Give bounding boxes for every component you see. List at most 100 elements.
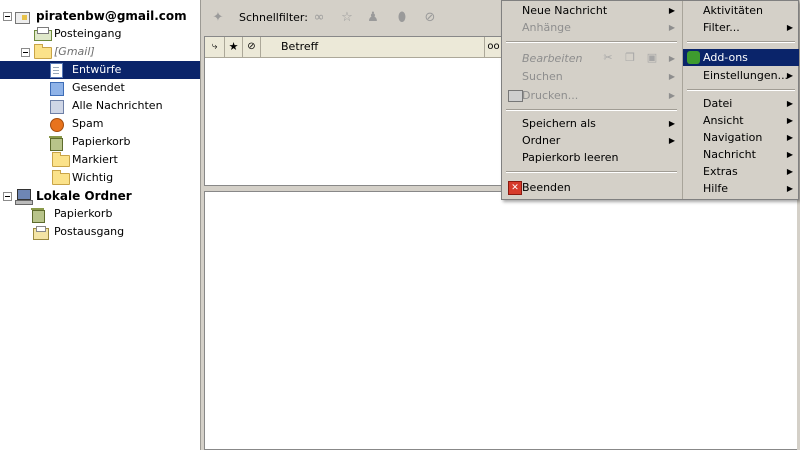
- outbox-icon: [33, 226, 49, 240]
- paste-icon[interactable]: ▣: [645, 51, 659, 65]
- menu-print[interactable]: Drucken... ▶: [502, 87, 681, 104]
- folder-important[interactable]: Wichtig: [0, 169, 200, 187]
- menu-edit[interactable]: Bearbeiten ✂ ❐ ▣ ▶: [502, 50, 681, 67]
- thread-column-icon[interactable]: ⤷: [205, 37, 225, 57]
- menu-item-label: Einstellungen...: [703, 69, 789, 82]
- folder-drafts[interactable]: Entwürfe: [0, 61, 200, 79]
- folder-label: [Gmail]: [54, 45, 95, 58]
- menu-extras[interactable]: Extras ▶: [683, 163, 799, 180]
- submenu-arrow-icon: ▶: [786, 167, 793, 176]
- inbox-icon: [34, 27, 52, 41]
- mail-account-icon: [15, 12, 30, 24]
- submenu-arrow-icon: ▶: [668, 23, 675, 32]
- cut-icon[interactable]: ✂: [601, 51, 615, 65]
- menu-empty-trash[interactable]: Papierkorb leeren: [502, 149, 681, 166]
- collapse-toggle[interactable]: [3, 12, 12, 21]
- menu-help[interactable]: Hilfe ▶: [683, 180, 799, 197]
- folder-sent[interactable]: Gesendet: [0, 79, 200, 97]
- puzzle-piece-icon: [687, 51, 700, 64]
- folder-gmail-group[interactable]: [Gmail]: [0, 43, 200, 61]
- folder-local-trash[interactable]: Papierkorb: [0, 205, 200, 223]
- local-folders-row[interactable]: Lokale Ordner: [0, 187, 200, 205]
- folder-label: Posteingang: [54, 27, 122, 40]
- account-row[interactable]: piratenbw@gmail.com: [0, 7, 200, 25]
- folder-all-mail[interactable]: Alle Nachrichten: [0, 97, 200, 115]
- folder-label: Spam: [72, 117, 104, 130]
- star-icon[interactable]: ☆: [339, 10, 355, 26]
- quick-filter-label: Schnellfilter:: [239, 11, 308, 24]
- pin-icon[interactable]: ✦: [210, 10, 226, 26]
- menu-navigation[interactable]: Navigation ▶: [683, 129, 799, 146]
- copy-icon[interactable]: ❐: [623, 51, 637, 65]
- app-menu-popup: Neue Nachricht ▶ Anhänge ▶ Bearbeiten ✂ …: [501, 0, 799, 200]
- all-mail-icon: [50, 100, 64, 114]
- contact-icon[interactable]: ♟: [365, 10, 381, 26]
- attachment-column-icon[interactable]: ⊘: [243, 37, 261, 57]
- subject-column-header[interactable]: Betreff: [261, 37, 485, 57]
- submenu-arrow-icon: ▶: [786, 133, 793, 142]
- menu-item-label: Ordner: [522, 134, 561, 147]
- menu-item-label: Suchen: [522, 70, 563, 83]
- menu-folder[interactable]: Ordner ▶: [502, 132, 681, 149]
- collapse-toggle[interactable]: [3, 192, 12, 201]
- trash-icon: [31, 208, 45, 223]
- account-label: piratenbw@gmail.com: [36, 9, 187, 23]
- menu-separator: [506, 171, 677, 173]
- menu-separator: [687, 89, 795, 91]
- menu-item-label: Papierkorb leeren: [522, 151, 619, 164]
- folder-starred[interactable]: Markiert: [0, 151, 200, 169]
- menu-item-label: Nachricht: [703, 148, 756, 161]
- menu-search[interactable]: Suchen ▶: [502, 68, 681, 85]
- menu-settings[interactable]: Einstellungen... ▶: [683, 67, 799, 84]
- submenu-arrow-icon: ▶: [668, 91, 675, 100]
- attachment-icon[interactable]: ⊘: [422, 10, 438, 26]
- folder-label: Entwürfe: [72, 63, 122, 76]
- submenu-arrow-icon: ▶: [786, 71, 793, 80]
- folder-icon: [52, 152, 70, 167]
- menu-quit[interactable]: ✕ Beenden: [502, 179, 681, 196]
- menu-item-label: Hilfe: [703, 182, 729, 195]
- menu-addons[interactable]: Add-ons: [683, 49, 799, 66]
- submenu-arrow-icon: ▶: [786, 150, 793, 159]
- folder-icon: [34, 44, 52, 59]
- menu-item-label: Aktivitäten: [703, 4, 763, 17]
- menu-view[interactable]: Ansicht ▶: [683, 112, 799, 129]
- menu-filters[interactable]: Filter... ▶: [683, 19, 799, 36]
- folder-label: Markiert: [72, 153, 118, 166]
- menu-separator: [506, 109, 677, 111]
- submenu-arrow-icon: ▶: [786, 184, 793, 193]
- star-column-icon[interactable]: ★: [225, 37, 243, 57]
- menu-item-label: Speichern als: [522, 117, 596, 130]
- submenu-arrow-icon: ▶: [668, 72, 675, 81]
- menu-item-label: Beenden: [522, 181, 571, 194]
- menu-item-label: Drucken...: [522, 89, 579, 102]
- spam-flame-icon: [50, 118, 64, 132]
- folder-spam[interactable]: Spam: [0, 115, 200, 133]
- drafts-icon: [50, 63, 63, 78]
- submenu-arrow-icon: ▶: [668, 6, 675, 15]
- tag-icon[interactable]: ⬮: [394, 10, 410, 26]
- menu-item-label: Neue Nachricht: [522, 4, 608, 17]
- menu-item-label: Datei: [703, 97, 733, 110]
- message-preview-pane: [204, 191, 800, 450]
- unread-glasses-icon[interactable]: ∞: [311, 10, 327, 26]
- menu-activities[interactable]: Aktivitäten: [683, 2, 799, 19]
- menu-separator: [687, 41, 795, 43]
- folder-outbox[interactable]: Postausgang: [0, 223, 200, 241]
- menu-new-message[interactable]: Neue Nachricht ▶: [502, 2, 681, 19]
- menu-attachments[interactable]: Anhänge ▶: [502, 19, 681, 36]
- menu-item-label: Navigation: [703, 131, 763, 144]
- submenu-arrow-icon: ▶: [786, 116, 793, 125]
- menu-save-as[interactable]: Speichern als ▶: [502, 115, 681, 132]
- menu-item-label: Anhänge: [522, 21, 571, 34]
- menu-file[interactable]: Datei ▶: [683, 95, 799, 112]
- folder-gmail-trash[interactable]: Papierkorb: [0, 133, 200, 151]
- folder-label: Wichtig: [72, 171, 114, 184]
- folder-inbox[interactable]: Posteingang: [0, 25, 200, 43]
- local-folders-label: Lokale Ordner: [36, 189, 132, 203]
- menu-message[interactable]: Nachricht ▶: [683, 146, 799, 163]
- folder-icon: [52, 170, 70, 185]
- trash-icon: [49, 136, 63, 151]
- collapse-toggle[interactable]: [21, 48, 30, 57]
- menu-item-label: Filter...: [703, 21, 740, 34]
